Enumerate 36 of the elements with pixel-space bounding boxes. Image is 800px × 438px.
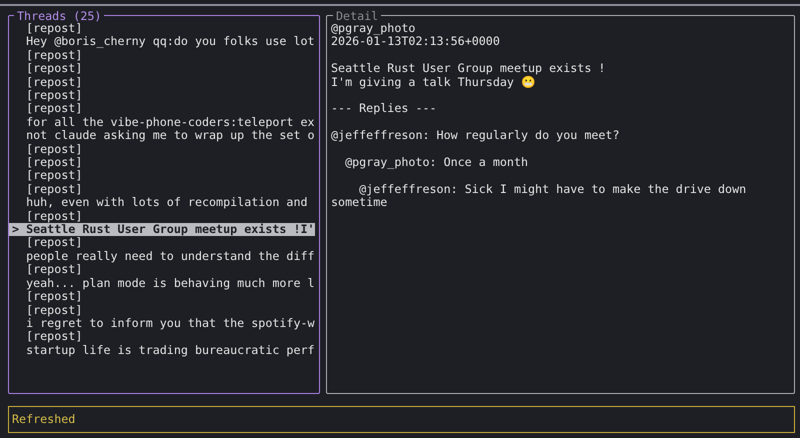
panel-title: Detail: [335, 10, 380, 22]
thread-item[interactable]: i regret to inform you that the spotify-w: [12, 316, 315, 330]
thread-item[interactable]: [repost]: [12, 169, 315, 183]
thread-item[interactable]: [repost]: [12, 290, 315, 304]
thread-item[interactable]: [repost]: [12, 48, 315, 62]
thread-item[interactable]: [repost]: [12, 142, 315, 156]
thread-item[interactable]: > Seattle Rust User Group meetup exists !I': [9, 223, 315, 236]
thread-item[interactable]: [repost]: [12, 62, 315, 76]
thread-item[interactable]: [repost]: [12, 156, 315, 170]
thread-item[interactable]: [repost]: [12, 236, 315, 250]
thread-item[interactable]: startup life is trading bureaucratic perf: [12, 344, 315, 358]
thread-item[interactable]: huh, even with lots of recompilation and: [12, 196, 315, 210]
thread-item[interactable]: [repost]: [12, 89, 315, 102]
thread-item[interactable]: [repost]: [12, 330, 315, 344]
reply-text: @pgray_photo: Once a month: [344, 156, 530, 170]
panel-title: Threads (25): [16, 10, 102, 22]
thread-item[interactable]: people really need to understand the diff: [12, 250, 315, 264]
thread-item[interactable]: [repost]: [12, 304, 315, 317]
post-text: Seattle Rust User Group meetup exists !: [331, 62, 606, 76]
post-text: I'm giving a talk Thursday 😬: [331, 76, 537, 89]
thread-item[interactable]: [repost]: [12, 210, 315, 224]
thread-item[interactable]: yeah... plan mode is behaving much more l: [12, 276, 315, 290]
thread-item[interactable]: [repost]: [12, 102, 315, 116]
thread-item[interactable]: [repost]: [12, 22, 315, 36]
status-message: Refreshed: [12, 412, 76, 426]
thread-item[interactable]: [repost]: [12, 182, 315, 196]
thread-item[interactable]: not claude asking me to wrap up the set o: [12, 129, 315, 143]
reply-text: @jeffeffreson: Sick I might have to make the drive down sometime: [331, 182, 748, 210]
thread-item[interactable]: Hey @boris_cherny qq:do you folks use lot: [12, 35, 315, 49]
author-handle: @pgray_photo: [331, 22, 416, 36]
replies-heading: --- Replies ---: [331, 102, 438, 116]
timestamp: 2026-01-13T02:13:56+0000: [331, 35, 501, 49]
reply-text: @jeffeffreson: How regularly do you meet?: [331, 129, 620, 143]
thread-item[interactable]: [repost]: [12, 263, 315, 277]
thread-item[interactable]: [repost]: [12, 76, 315, 90]
thread-item[interactable]: for all the vibe-phone-coders:teleport ex: [12, 116, 315, 130]
